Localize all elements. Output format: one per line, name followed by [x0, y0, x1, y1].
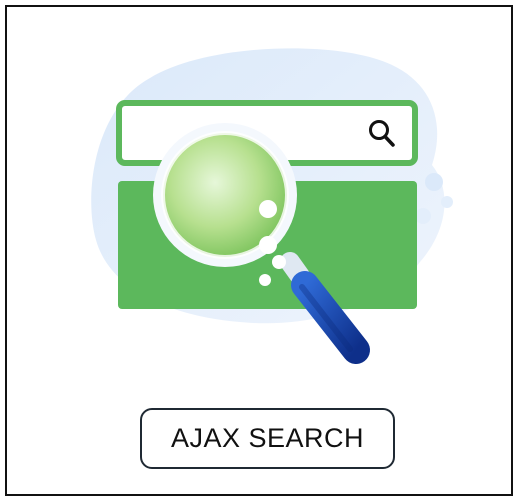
- ajax-search-button[interactable]: AJAX SEARCH: [140, 408, 395, 469]
- ajax-search-illustration: [91, 48, 453, 364]
